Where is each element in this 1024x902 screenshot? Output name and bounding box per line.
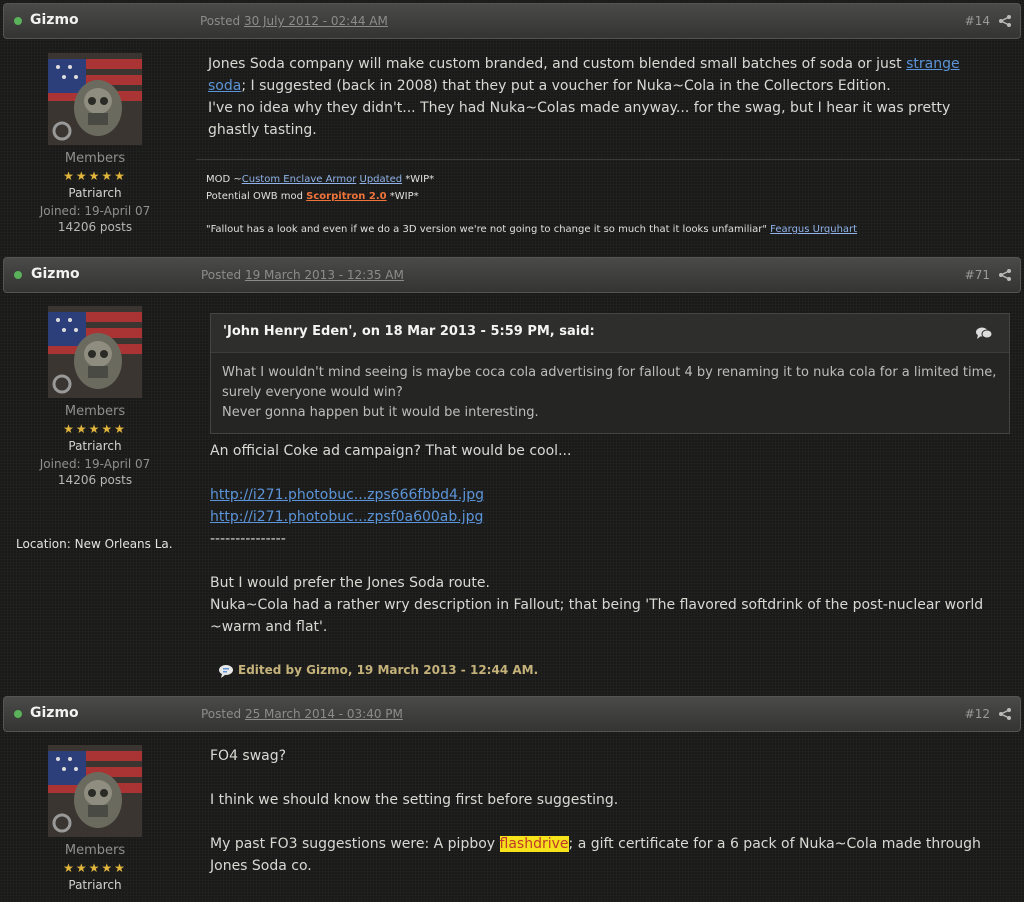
speech-bubble-icon[interactable] bbox=[975, 326, 993, 340]
link-updated[interactable]: Updated bbox=[360, 174, 403, 185]
post-number-link[interactable]: #12 bbox=[965, 707, 990, 721]
signature-divider bbox=[196, 159, 1020, 160]
post-body: An official Coke ad campaign? That would… bbox=[210, 440, 1000, 638]
link-custom-enclave-armor[interactable]: Custom Enclave Armor bbox=[242, 174, 357, 185]
author-name[interactable]: Gizmo bbox=[30, 705, 79, 721]
post-paragraph: An official Coke ad campaign? That would… bbox=[210, 443, 572, 459]
user-rank: Patriarch bbox=[68, 439, 122, 453]
posted-date: Posted 30 July 2012 - 02:44 AM bbox=[200, 14, 388, 28]
quote-body: What I wouldn't mind seeing is maybe coc… bbox=[211, 353, 1009, 433]
quote-line: Never gonna happen but it would be inter… bbox=[222, 405, 539, 420]
user-location: Location: New Orleans La. bbox=[16, 537, 173, 551]
post-paragraph: FO4 swag? bbox=[210, 748, 287, 764]
quote-header: 'John Henry Eden', on 18 Mar 2013 - 5:59… bbox=[211, 314, 1009, 353]
post-body: Jones Soda company will make custom bran… bbox=[208, 53, 998, 141]
posted-date: Posted 25 March 2014 - 03:40 PM bbox=[201, 707, 403, 721]
online-status-icon bbox=[14, 710, 22, 718]
joined-date: Joined: 19-April 07 bbox=[39, 204, 151, 218]
post-count: 14206 posts bbox=[57, 473, 133, 487]
user-group: Members bbox=[64, 151, 126, 166]
online-status-icon bbox=[14, 271, 22, 279]
share-icon[interactable] bbox=[998, 14, 1012, 28]
image-link-2[interactable]: http://i271.photobuc...zpsf0a600ab.jpg bbox=[210, 509, 483, 525]
link-feargus-urquhart[interactable]: Feargus Urquhart bbox=[770, 224, 857, 235]
share-icon[interactable] bbox=[998, 268, 1012, 282]
rating-stars: ★★★★★ bbox=[63, 169, 127, 183]
post-paragraph: I think we should know the setting first… bbox=[210, 792, 619, 808]
quote-citation: 'John Henry Eden', on 18 Mar 2013 - 5:59… bbox=[223, 324, 595, 339]
post-body: FO4 swag? I think we should know the set… bbox=[210, 745, 1000, 877]
quote-block: 'John Henry Eden', on 18 Mar 2013 - 5:59… bbox=[210, 313, 1010, 434]
author-name[interactable]: Gizmo bbox=[30, 12, 79, 28]
image-link-1[interactable]: http://i271.photobuc...zps666fbbd4.jpg bbox=[210, 487, 484, 503]
text-rule: --------------- bbox=[210, 531, 286, 547]
post-paragraph: My past FO3 suggestions were: A pipboy f… bbox=[210, 836, 981, 874]
user-group: Members bbox=[64, 843, 126, 858]
post-header: Gizmo Posted 30 July 2012 - 02:44 AM #14 bbox=[3, 3, 1021, 39]
user-group: Members bbox=[64, 404, 126, 419]
post-paragraph: But I would prefer the Jones Soda route. bbox=[210, 575, 490, 591]
avatar[interactable] bbox=[48, 306, 142, 398]
share-icon[interactable] bbox=[998, 707, 1012, 721]
edited-note: Edited by Gizmo, 19 March 2013 - 12:44 A… bbox=[218, 663, 538, 678]
post-header: Gizmo Posted 25 March 2014 - 03:40 PM #1… bbox=[3, 696, 1021, 732]
signature: MOD ~Custom Enclave Armor Updated *WIP* … bbox=[206, 174, 858, 235]
search-highlight: flashdrive bbox=[499, 836, 569, 852]
avatar[interactable] bbox=[48, 53, 142, 145]
post-number-link[interactable]: #71 bbox=[965, 268, 990, 282]
rating-stars: ★★★★★ bbox=[63, 422, 127, 436]
user-info: Members ★★★★★ Patriarch Joined: 19-April… bbox=[0, 53, 190, 234]
user-rank: Patriarch bbox=[68, 878, 122, 892]
user-rank: Patriarch bbox=[68, 186, 122, 200]
post-paragraph: I've no idea why they didn't... They had… bbox=[208, 100, 951, 138]
rating-stars: ★★★★★ bbox=[63, 861, 127, 875]
joined-date: Joined: 19-April 07 bbox=[39, 457, 151, 471]
quote-line: What I wouldn't mind seeing is maybe coc… bbox=[222, 365, 997, 400]
user-info: Members ★★★★★ Patriarch Joined: 19-April… bbox=[0, 306, 190, 487]
post-header: Gizmo Posted 19 March 2013 - 12:35 AM #7… bbox=[3, 257, 1021, 293]
post-paragraph: Jones Soda company will make custom bran… bbox=[208, 56, 960, 94]
posted-date: Posted 19 March 2013 - 12:35 AM bbox=[201, 268, 404, 282]
user-info: Members ★★★★★ Patriarch bbox=[0, 745, 190, 892]
avatar[interactable] bbox=[48, 745, 142, 837]
post-paragraph: Nuka~Cola had a rather wry description i… bbox=[210, 597, 984, 635]
online-status-icon bbox=[14, 17, 22, 25]
link-scorpitron[interactable]: Scorpitron 2.0 bbox=[306, 191, 386, 202]
edit-bubble-icon bbox=[219, 664, 233, 678]
post-number-link[interactable]: #14 bbox=[965, 14, 990, 28]
author-name[interactable]: Gizmo bbox=[31, 266, 80, 282]
post-count: 14206 posts bbox=[57, 220, 133, 234]
